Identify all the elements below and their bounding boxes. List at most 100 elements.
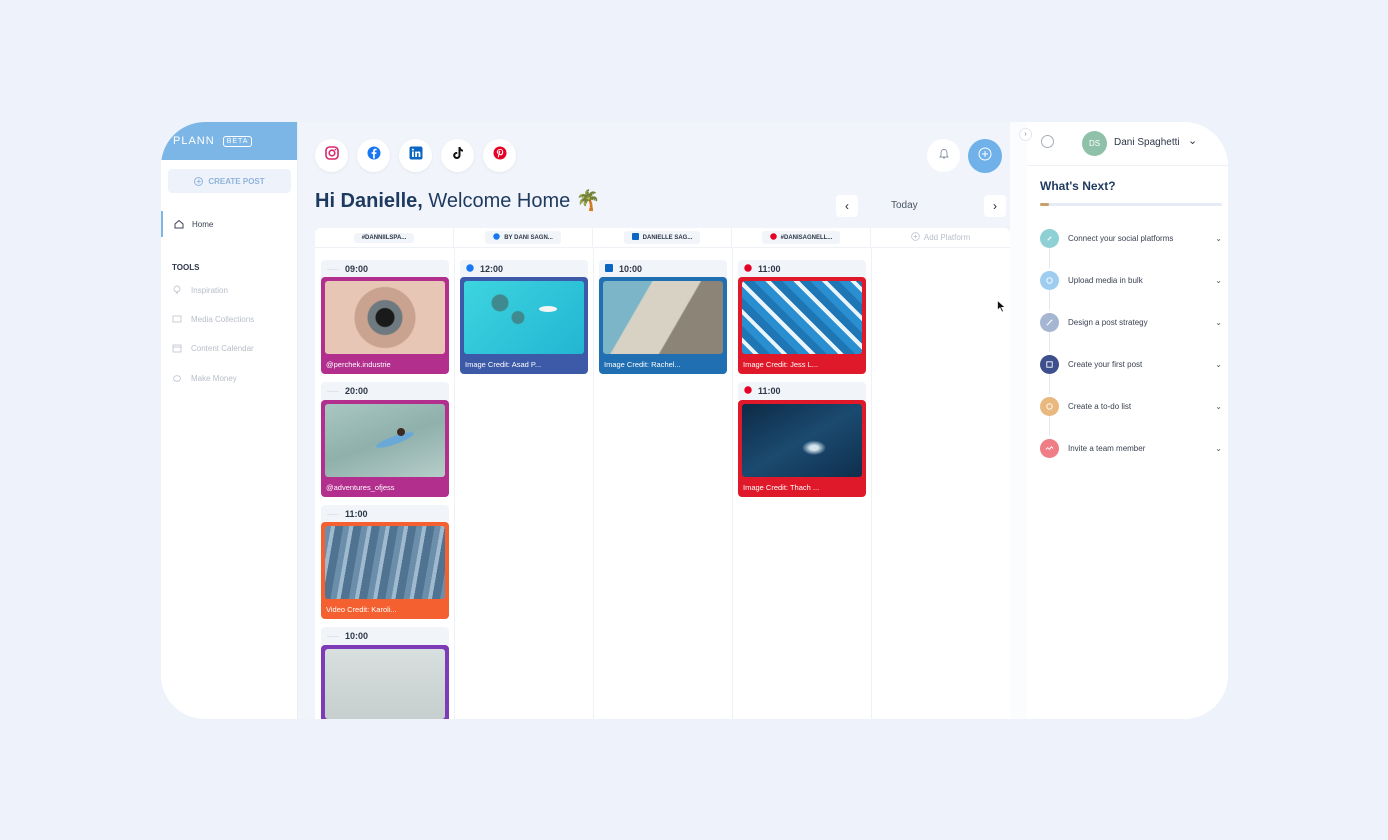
time-slot: 11:00 [738,260,866,278]
sidebar-item-media-collections[interactable]: Media Collections [172,314,254,324]
plus-circle-icon [911,232,920,243]
home-icon [174,219,184,229]
pinterest-button[interactable] [483,139,516,172]
brand-bar[interactable]: PLANN BETA [161,122,297,160]
sidebar-item-label: Media Collections [191,314,255,324]
sidebar-item-content-calendar[interactable]: Content Calendar [172,343,254,353]
column-header-instagram[interactable]: #DANNIILSPA... [315,228,454,248]
time-label: 11:00 [345,509,368,519]
divider [1027,165,1228,166]
post-card[interactable]: Video Credit: Karoli... [321,522,449,619]
facebook-button[interactable] [357,139,390,172]
sidebar-item-home[interactable]: Home [161,211,298,237]
pinterest-icon [769,233,777,242]
post-caption: Video Credit: Karoli... [326,605,397,614]
post-thumbnail-lagoon [464,281,584,354]
step-upload-media[interactable]: Upload media in bulk ⌄ [1040,270,1222,290]
post-card[interactable]: Image Credit: Thach ... [738,400,866,497]
column-divider [593,248,594,719]
instagram-icon [324,146,339,165]
linkedin-icon [605,264,613,274]
drag-handle [327,513,339,515]
column-label: #DANNIILSPA... [361,234,407,241]
mouse-cursor-icon [997,300,1006,313]
brand-logo: PLANN [173,135,215,147]
step-label: Create a to-do list [1068,401,1132,411]
chevron-down-icon: ⌄ [1215,233,1222,243]
step-design-strategy[interactable]: Design a post strategy ⌄ [1040,312,1222,332]
post-card[interactable]: @adventures_ofjess [321,400,449,497]
sidebar-item-label: Home [192,219,214,229]
page-title: Hi Danielle, Welcome Home 🌴 [315,188,601,213]
user-name[interactable]: Dani Spaghetti [1114,137,1180,148]
step-connect-platforms[interactable]: Connect your social platforms ⌄ [1040,228,1222,248]
post-thumbnail-surf-wave [742,281,862,354]
tiktok-button[interactable] [441,139,474,172]
post-caption: @adventures_ofjess [326,483,395,492]
post-caption: Image Credit: Asad P... [465,360,542,369]
post-card[interactable]: @perchek.industrie [321,277,449,374]
step-connector [1049,332,1050,352]
collapse-panel-button[interactable]: › [1019,128,1032,141]
step-label: Invite a team member [1068,443,1146,453]
avatar[interactable]: DS [1082,131,1107,156]
time-label: 11:00 [758,386,781,396]
instagram-button[interactable] [315,139,348,172]
sidebar-item-label: Content Calendar [191,343,254,353]
today-button[interactable]: Today [891,200,918,211]
checklist-icon [1040,396,1059,416]
post-thumbnail-fog [325,649,445,719]
pinterest-icon [744,386,752,396]
add-post-button[interactable] [968,139,1002,173]
column-header-linkedin[interactable]: DANIELLE SAG... [593,228,732,248]
step-connector [1049,416,1050,436]
create-post-button[interactable]: + CREATE POST [168,169,291,193]
add-platform-button[interactable]: Add Platform [871,228,1010,248]
notifications-button[interactable] [927,139,960,172]
post-icon [1040,354,1059,374]
team-icon [1040,438,1059,458]
time-slot: 20:00 [321,382,449,400]
prev-week-button[interactable]: ‹ [836,195,858,217]
column-header-pinterest[interactable]: #DANISAGNELL... [732,228,871,248]
add-platform-label: Add Platform [923,233,971,242]
piggy-bank-icon [172,373,182,383]
post-thumbnail-surfer [325,404,445,477]
linkedin-button[interactable] [399,139,432,172]
plus-circle-icon: + [194,176,204,186]
step-create-todo[interactable]: Create a to-do list ⌄ [1040,396,1222,416]
post-card[interactable]: Image Credit: Rachel... [599,277,727,374]
time-slot: 11:00 [738,382,866,400]
whats-next-title: What's Next? [1040,179,1116,193]
main-area: Hi Danielle, Welcome Home 🌴 ‹ Today › #D… [298,122,1010,719]
sidebar-item-label: Make Money [191,373,237,383]
facebook-icon [466,264,474,274]
chevron-down-icon: ⌄ [1215,275,1222,285]
post-card[interactable]: Image Credit: Jess L... [738,277,866,374]
step-create-first-post[interactable]: Create your first post ⌄ [1040,354,1222,374]
drag-handle [327,268,339,270]
next-week-button[interactable]: › [984,195,1006,217]
step-label: Upload media in bulk [1068,275,1143,285]
lightbulb-icon [172,285,182,295]
calendar-board: #DANNIILSPA... BY DANI SAGN... DANIELLE … [315,228,1010,719]
post-thumbnail-eye [325,281,445,354]
post-card[interactable]: Image Credit: Asad P... [460,277,588,374]
step-label: Create your first post [1068,359,1143,369]
chevron-down-icon: ⌄ [1215,359,1222,369]
sidebar-item-inspiration[interactable]: Inspiration [172,285,228,295]
tiktok-icon [451,146,465,165]
facebook-icon [493,233,500,242]
smiley-icon[interactable] [1041,135,1054,148]
post-thumbnail-ocean [742,404,862,477]
column-divider [454,248,455,719]
sidebar-item-make-money[interactable]: Make Money [172,373,237,383]
post-card[interactable] [321,645,449,719]
tools-heading: TOOLS [172,263,200,272]
progress-fill [1040,203,1050,206]
image-gallery-icon [172,314,182,324]
step-invite-team[interactable]: Invite a team member ⌄ [1040,438,1222,458]
chevron-down-icon[interactable]: ⌄ [1188,134,1197,147]
column-label: DANIELLE SAG... [642,234,693,241]
column-header-facebook[interactable]: BY DANI SAGN... [454,228,593,248]
